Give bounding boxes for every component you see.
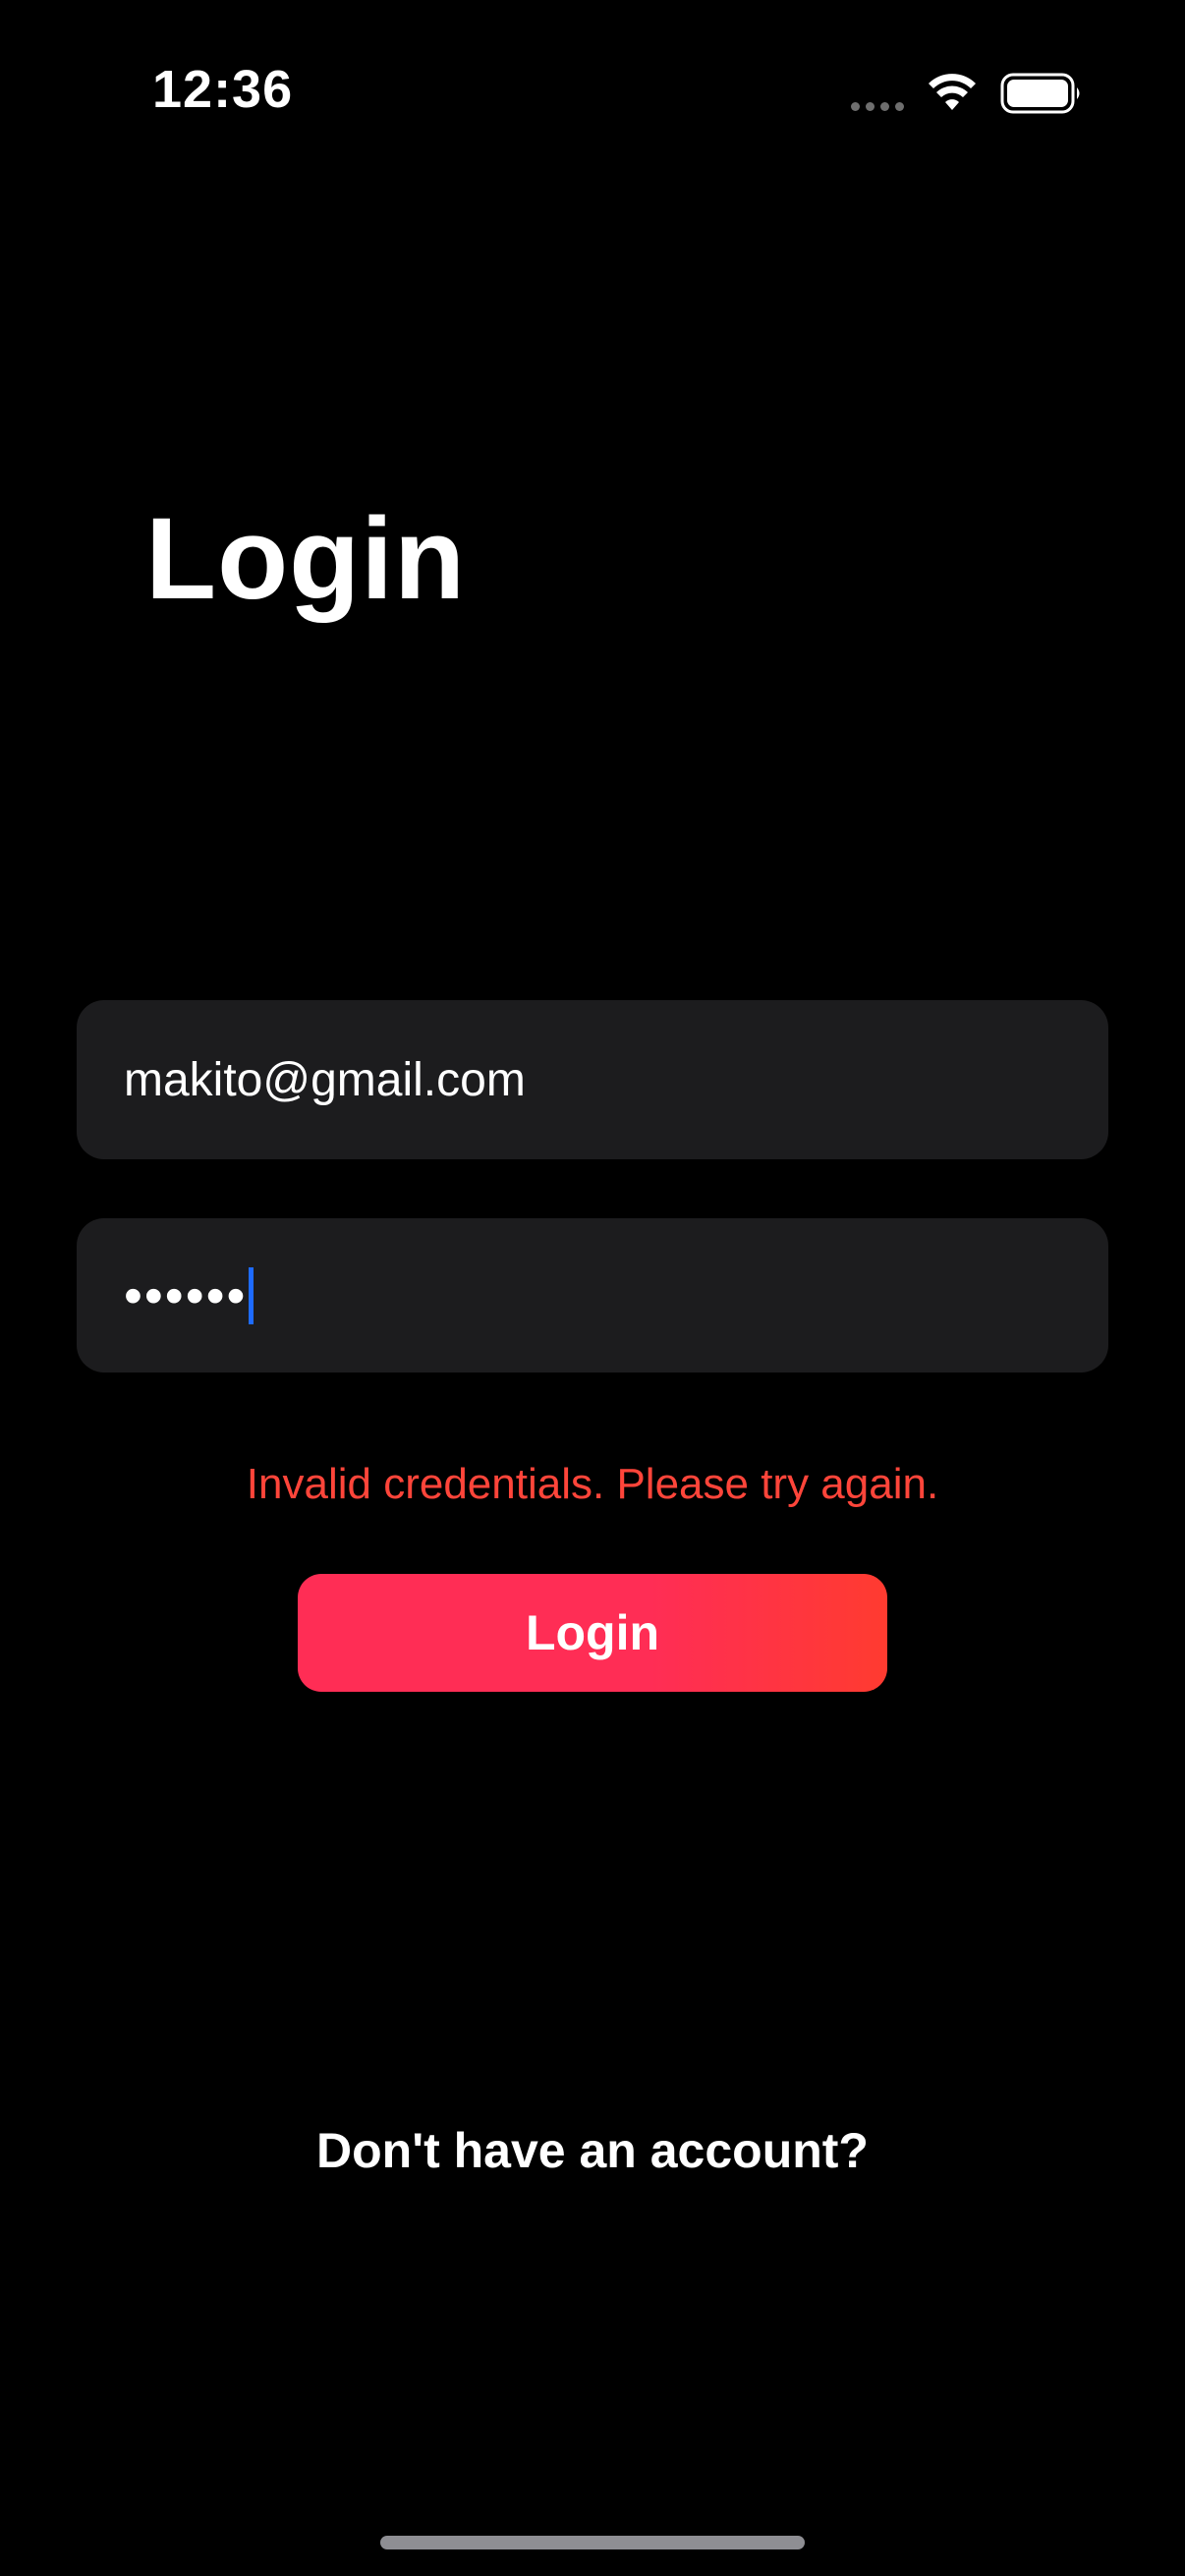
password-value: ••••••	[124, 1265, 248, 1325]
battery-icon	[1000, 73, 1080, 114]
email-value: makito@gmail.com	[124, 1053, 526, 1106]
signup-link[interactable]: Don't have an account?	[0, 2122, 1185, 2179]
error-message: Invalid credentials. Please try again.	[246, 1460, 939, 1508]
login-button[interactable]: Login	[298, 1574, 887, 1692]
password-field[interactable]: ••••••	[77, 1218, 1108, 1372]
cellular-signal-icon	[851, 102, 904, 111]
home-indicator[interactable]	[380, 2536, 805, 2549]
text-caret	[249, 1266, 254, 1324]
wifi-icon	[929, 74, 976, 110]
status-time: 12:36	[152, 60, 294, 119]
page-title: Login	[145, 494, 467, 624]
email-field[interactable]: makito@gmail.com	[77, 1000, 1108, 1159]
status-bar: 12:36	[0, 0, 1185, 187]
